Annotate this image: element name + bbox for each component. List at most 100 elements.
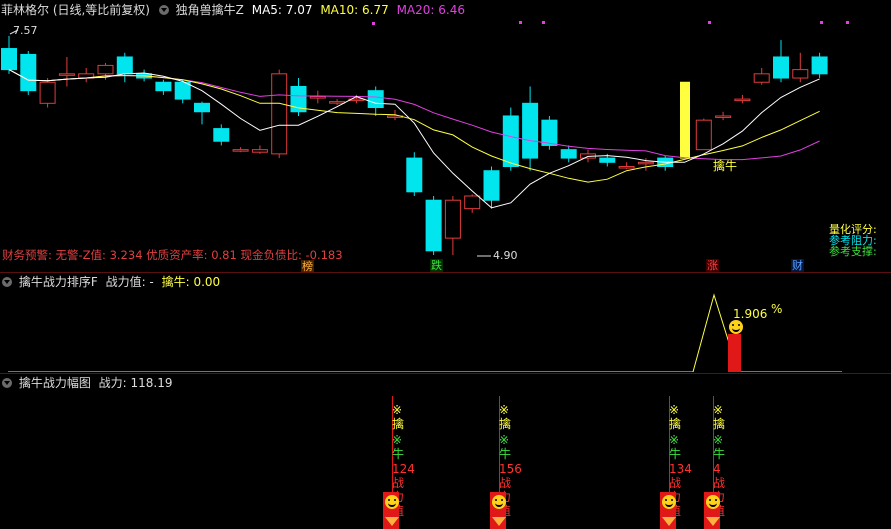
candle-body [541,119,558,146]
peak-label: 1.906 [733,307,768,321]
candle[interactable] [20,51,37,95]
panel3-value: 战力: 118.19 [98,376,173,390]
candle[interactable] [811,52,828,79]
candle[interactable] [618,162,635,170]
signal-niu: ※牛 [392,433,405,461]
candle-body [367,90,384,109]
candle-body [155,81,172,92]
candle[interactable] [290,78,307,116]
candle[interactable] [680,81,690,159]
candle-body [734,98,751,102]
candle[interactable] [58,56,75,87]
candle-body [329,101,346,104]
candle-body [618,166,635,169]
strength-line [8,293,842,372]
candle[interactable] [464,194,481,213]
signal-niu: ※牛 [499,433,512,461]
candle[interactable] [444,196,461,255]
candle-body [97,64,114,75]
candle[interactable] [78,67,95,83]
candle-body [792,69,809,79]
badge-cai[interactable]: 财 [791,259,804,272]
candle[interactable] [773,40,789,83]
panel3-header: 擒牛战力幅图 战力: 118.19 [2,376,173,390]
candle-body [502,115,519,168]
candle[interactable] [715,111,732,121]
candle[interactable] [425,196,442,255]
candle[interactable] [194,101,210,125]
finance-warning: 财务预警: 无警-Z值: 3.234 优质资产率: 0.81 现金负债比: -0… [2,248,343,262]
candle[interactable] [483,166,500,209]
dropdown-icon[interactable] [2,378,12,388]
candle-body [522,102,539,159]
candle-body [483,170,500,201]
candle[interactable] [232,147,249,153]
candle[interactable] [734,94,751,104]
candle[interactable] [116,52,133,83]
candle-body [811,56,828,75]
signal-niu: ※牛 [669,433,682,461]
panel3-title[interactable]: 擒牛战力幅图 [19,376,91,390]
candle[interactable] [695,118,712,151]
candle-body [599,157,616,163]
candlestick-chart [1,21,849,257]
badge-zhang[interactable]: 涨 [706,259,719,272]
candle[interactable] [251,145,268,154]
candle-body [232,149,249,152]
marker-dot [708,21,711,24]
candle-body [406,157,423,193]
candle[interactable] [522,86,539,171]
candle-body [444,199,461,239]
candle-body [271,73,288,155]
candle-body [309,96,326,99]
smile-icon [729,320,743,334]
candle[interactable] [309,90,326,104]
smile-icon [706,495,720,509]
strength-bar [728,334,741,372]
candle[interactable] [560,145,577,163]
marker-dot [542,21,545,24]
candle-body [464,195,481,210]
candle[interactable] [792,52,809,83]
smile-icon [662,495,676,509]
marker-dot [519,21,522,24]
smile-icon [385,495,399,509]
support-label: 参考支撑: [829,245,877,258]
candle-body [753,73,770,83]
candle[interactable] [155,79,172,95]
candle-body [39,81,56,104]
candle-body [20,53,37,92]
candle-body [116,56,133,75]
candle[interactable] [1,35,17,74]
badge-die[interactable]: 跌 [430,259,443,272]
candle[interactable] [406,152,423,197]
qinniu-signal-label: 擒牛 [713,159,738,173]
signal-qin: ※擒 [499,403,512,431]
candle-body [680,81,690,159]
candle-body [58,73,75,76]
candle[interactable] [174,79,191,104]
candle-body [773,56,789,79]
candle[interactable] [271,69,288,159]
candle-body [213,128,230,142]
candle[interactable] [213,124,230,146]
candle-body [194,102,210,113]
candle[interactable] [753,67,770,85]
panel-divider [0,373,891,374]
percent-label: % [771,302,783,316]
candle-body [174,81,191,100]
fan-icon [492,517,506,526]
smile-icon [492,495,506,509]
fan-icon [385,517,399,526]
side-labels: 量化评分: 参考阻力: 参考支撑: [829,224,877,257]
strength-rank-chart [8,293,842,372]
marker-dot [846,21,849,24]
candle-body [637,161,654,165]
marker-dot [372,22,375,25]
candle-body [695,119,712,151]
candle-body [1,48,17,71]
signal-qin: ※擒 [392,403,405,431]
candle-body [560,149,577,159]
low-price-label: 4.90 [493,249,518,262]
candle[interactable] [39,78,56,108]
